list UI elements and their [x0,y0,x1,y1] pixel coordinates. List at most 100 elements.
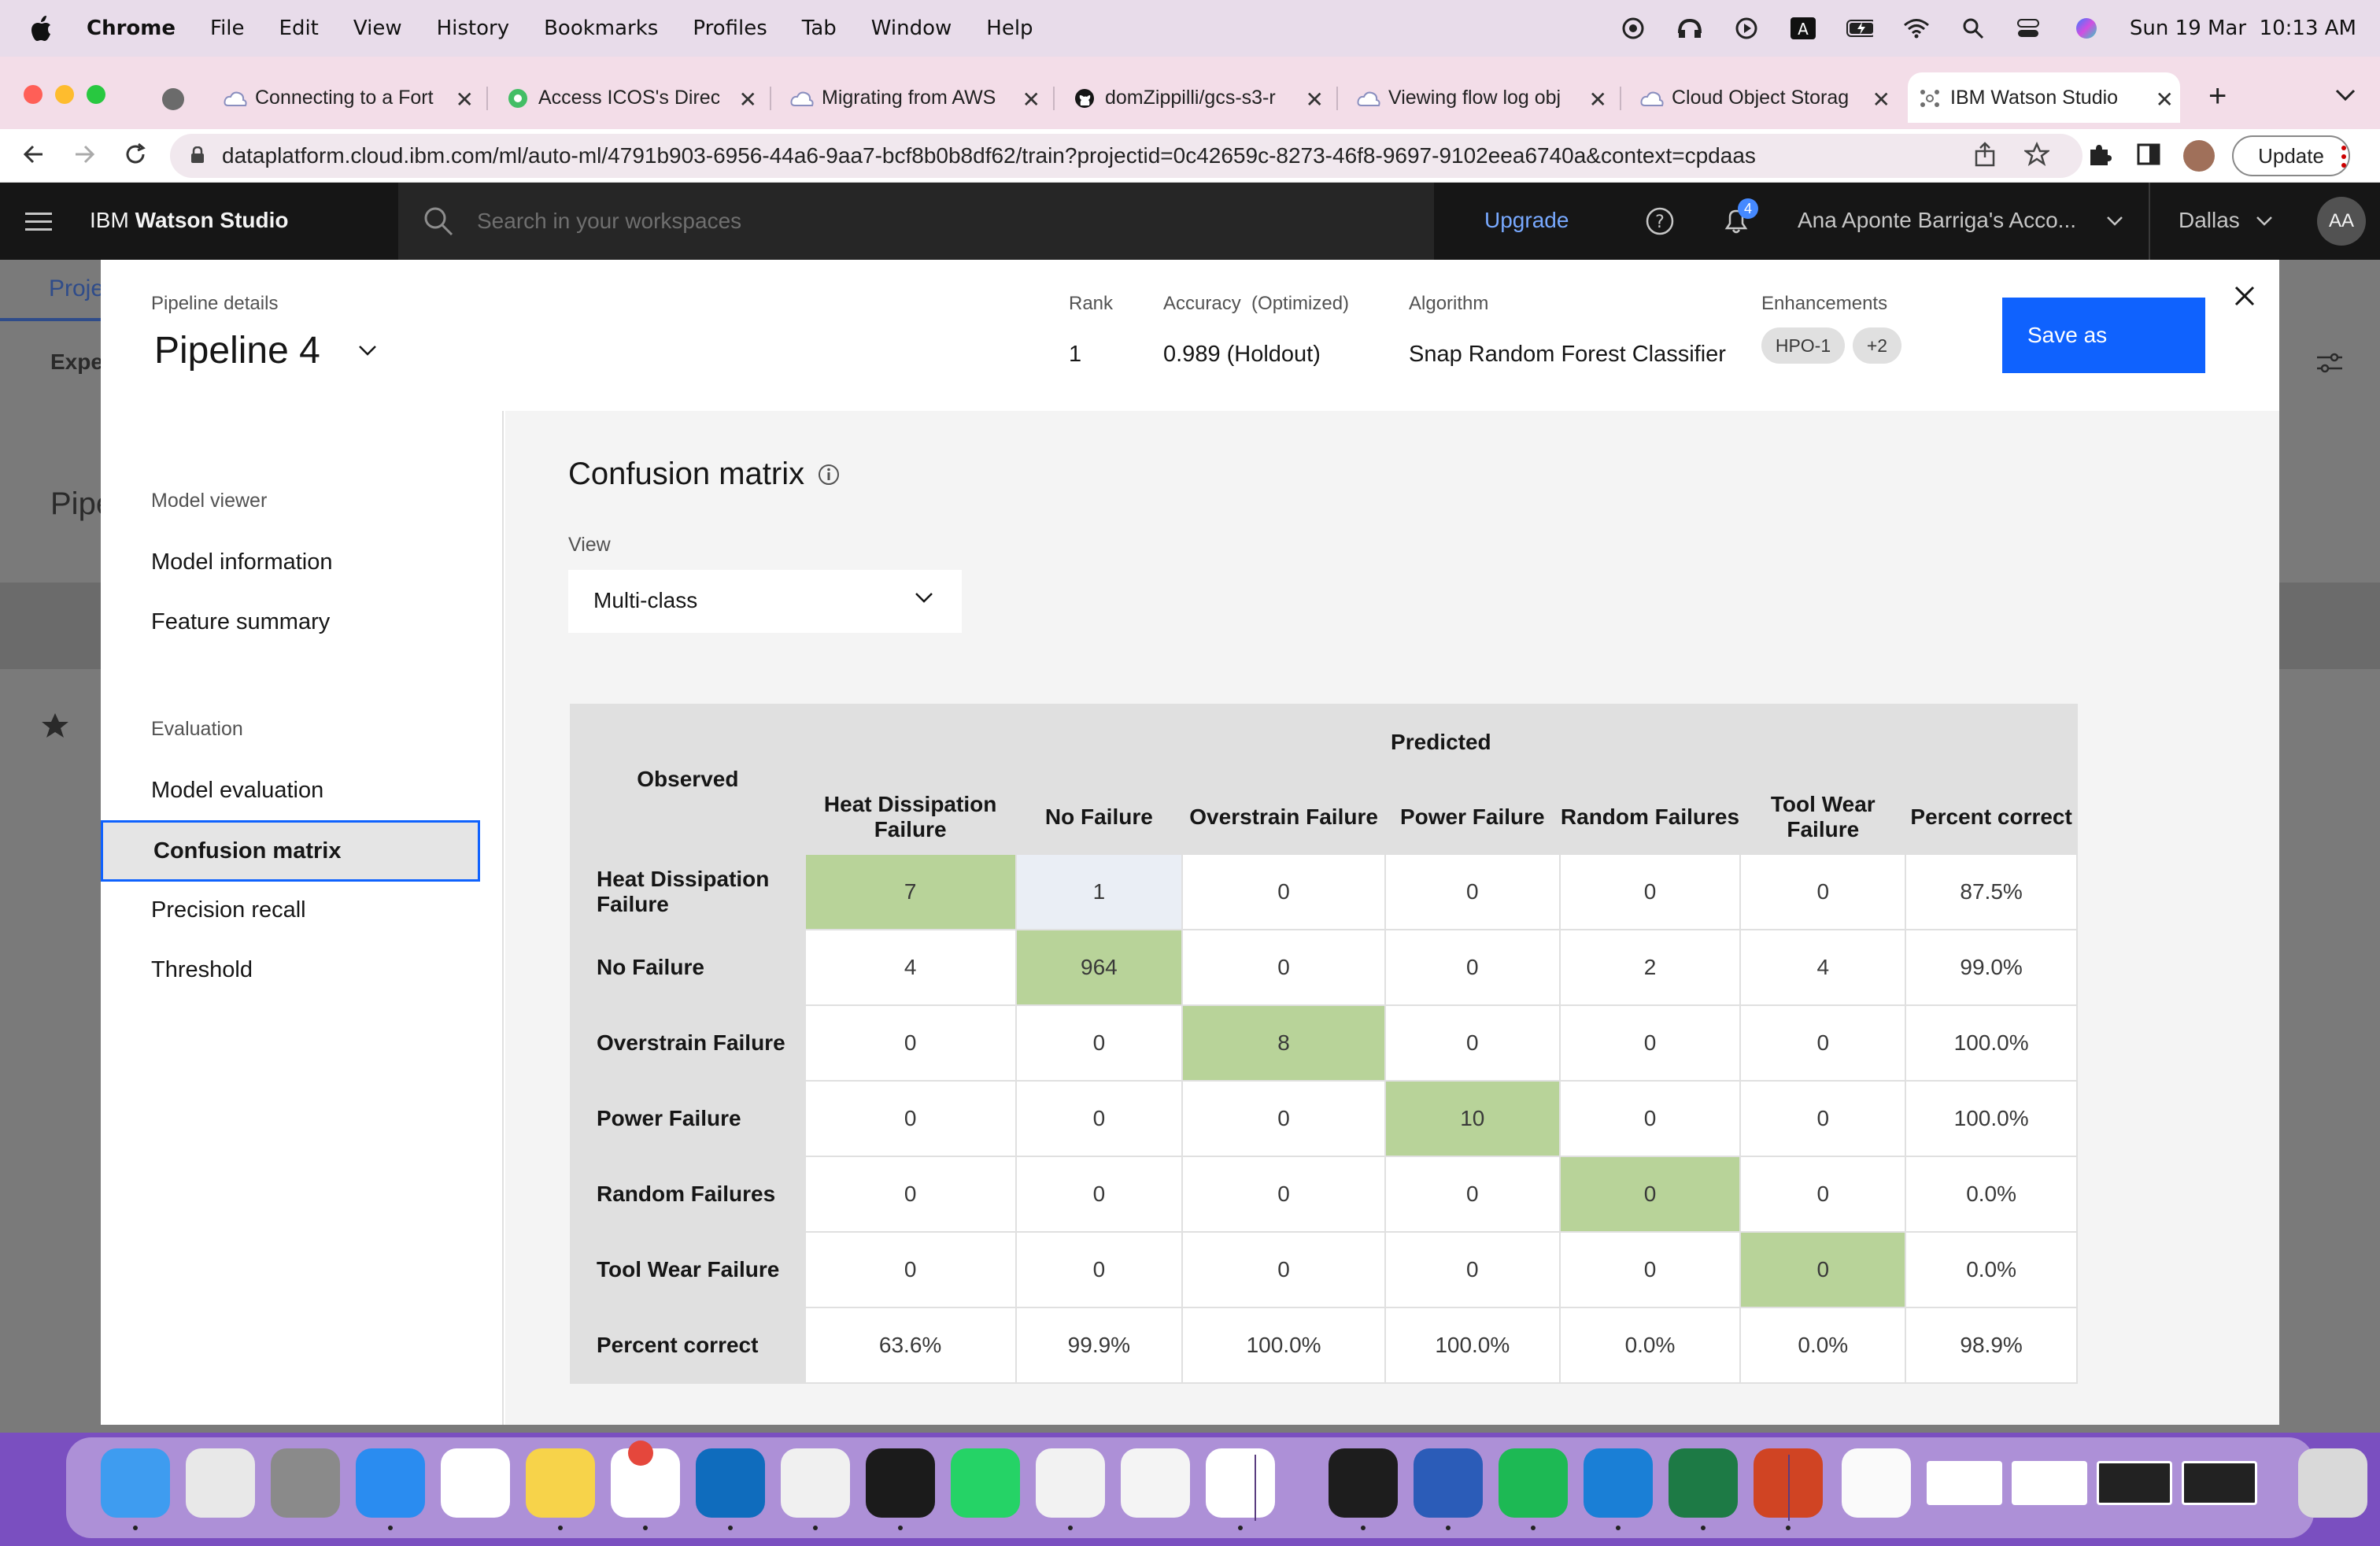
rank-value: 1 [1069,342,1082,367]
outlook-icon[interactable] [696,1448,765,1518]
tab-3[interactable]: Migrating from AWS ✕ [779,72,1047,123]
play-icon[interactable] [1733,15,1760,42]
enhancement-tag-more[interactable]: +2 [1853,327,1901,364]
nav-model-evaluation[interactable]: Model evaluation [151,778,323,804]
thumbnail-4-icon[interactable] [2182,1461,2257,1505]
hamburger-menu-icon[interactable] [25,211,52,235]
edge-icon[interactable] [1584,1448,1653,1518]
menu-profiles[interactable]: Profiles [693,17,767,40]
nav-threshold[interactable]: Threshold [151,957,253,983]
nav-model-information[interactable]: Model information [151,549,333,575]
menu-history[interactable]: History [437,17,510,40]
product-brand[interactable]: IBM Watson Studio [90,208,289,233]
tab-1[interactable]: Connecting to a Fort ✕ [213,72,480,123]
close-icon[interactable]: ✕ [1589,87,1607,113]
user-avatar[interactable]: AA [2317,197,2366,246]
pipeline-selector[interactable]: Pipeline 4 [154,329,377,372]
notes-icon[interactable] [526,1448,595,1518]
search-icon[interactable] [1960,15,1986,42]
battery-charging-icon[interactable] [1846,15,1873,42]
tab-7-active[interactable]: IBM Watson Studio ✕ [1908,72,2180,123]
menu-help[interactable]: Help [986,17,1033,40]
account-switcher[interactable]: Ana Aponte Barriga's Acco... [1798,208,2076,233]
chevron-down-icon[interactable] [2256,216,2273,231]
more-menu-icon[interactable] [2341,145,2347,172]
menu-edit[interactable]: Edit [279,17,319,40]
profile-dot-icon[interactable] [162,88,184,110]
thumbnail-1-icon[interactable] [1927,1461,2002,1505]
info-icon[interactable] [817,463,841,486]
whatsapp-icon[interactable] [951,1448,1020,1518]
menu-view[interactable]: View [353,17,402,40]
close-window-button[interactable] [24,85,42,104]
thumbnail-3-icon[interactable] [2097,1461,2172,1505]
menu-window[interactable]: Window [871,17,952,40]
document-icon[interactable] [1842,1448,1911,1518]
help-icon[interactable]: ? [1645,206,1675,240]
side-panel-icon[interactable] [2136,142,2161,173]
new-tab-button[interactable]: + [2208,79,2227,114]
back-arrow-icon[interactable] [20,142,46,173]
nav-confusion-matrix-selected[interactable]: Confusion matrix [101,820,480,882]
cloud-icon [790,91,814,106]
terminal-icon[interactable] [866,1448,935,1518]
menu-tab[interactable]: Tab [802,17,837,40]
workspace-search-input[interactable]: Search in your workspaces [398,183,1434,260]
menu-app-name[interactable]: Chrome [87,17,176,40]
wifi-icon[interactable] [1903,15,1930,42]
webex-icon[interactable] [1329,1448,1398,1518]
trash-icon[interactable] [2298,1448,2367,1518]
thumbnail-2-icon[interactable] [2012,1461,2087,1505]
close-icon[interactable]: ✕ [1022,87,1040,113]
profile-avatar[interactable] [2183,140,2215,172]
siri-icon[interactable] [2073,15,2100,42]
creative-cloud-icon[interactable] [1620,15,1646,42]
close-icon[interactable] [2234,285,2262,313]
url-bar[interactable]: dataplatform.cloud.ibm.com/ml/auto-ml/47… [170,134,2082,178]
region-switcher[interactable]: Dallas [2179,208,2240,233]
bookmark-star-icon[interactable] [2023,141,2051,173]
tab-2[interactable]: Access ICOS's Direc ✕ [496,72,763,123]
keyboard-a-icon[interactable]: A [1790,15,1816,42]
apple-icon[interactable] [27,13,58,44]
zoom-window-button[interactable] [87,85,105,104]
reload-icon[interactable] [123,142,148,173]
extensions-puzzle-icon[interactable] [2087,142,2112,173]
tab-5[interactable]: Viewing flow log obj ✕ [1346,72,1613,123]
close-icon[interactable]: ✕ [456,87,474,113]
tab-4[interactable]: domZippilli/gcs-s3-r ✕ [1062,72,1330,123]
chrome-icon[interactable] [1036,1448,1105,1518]
vscode-icon[interactable] [1206,1448,1275,1518]
word-icon[interactable] [1414,1448,1483,1518]
update-chrome-button[interactable]: Update [2232,135,2350,176]
nav-feature-summary[interactable]: Feature summary [151,609,330,635]
menu-bookmarks[interactable]: Bookmarks [544,17,658,40]
close-icon[interactable]: ✕ [739,87,757,113]
excel-icon[interactable] [1669,1448,1738,1518]
minimize-window-button[interactable] [55,85,74,104]
menubar-datetime[interactable]: Sun 19 Mar 10:13 AM [2130,17,2356,40]
menu-file[interactable]: File [210,17,245,40]
nav-precision-recall[interactable]: Precision recall [151,897,306,923]
script-editor-icon[interactable] [1121,1448,1190,1518]
chevron-down-icon[interactable] [2106,216,2123,231]
close-icon[interactable]: ✕ [2156,87,2174,113]
tab-search-chevron-icon[interactable] [2334,88,2356,106]
close-icon[interactable]: ✕ [1306,87,1324,113]
control-center-icon[interactable] [2016,15,2043,42]
tab-6[interactable]: Cloud Object Storag ✕ [1629,72,1897,123]
close-icon[interactable]: ✕ [1872,87,1890,113]
spotify-icon[interactable] [1499,1448,1568,1518]
bluetooth-headphones-icon[interactable] [1676,15,1703,42]
view-select-dropdown[interactable]: Multi-class [568,570,962,633]
reminders-icon[interactable] [441,1448,510,1518]
activity-icon[interactable] [781,1448,850,1518]
forward-arrow-icon[interactable] [72,142,98,173]
upgrade-link[interactable]: Upgrade [1484,208,1569,233]
system-settings-icon[interactable] [271,1448,340,1518]
finder-icon[interactable] [101,1448,170,1518]
safari-icon[interactable] [356,1448,425,1518]
share-icon[interactable] [1974,142,1996,173]
save-as-button[interactable]: Save as [2002,298,2205,373]
launchpad-icon[interactable] [186,1448,255,1518]
